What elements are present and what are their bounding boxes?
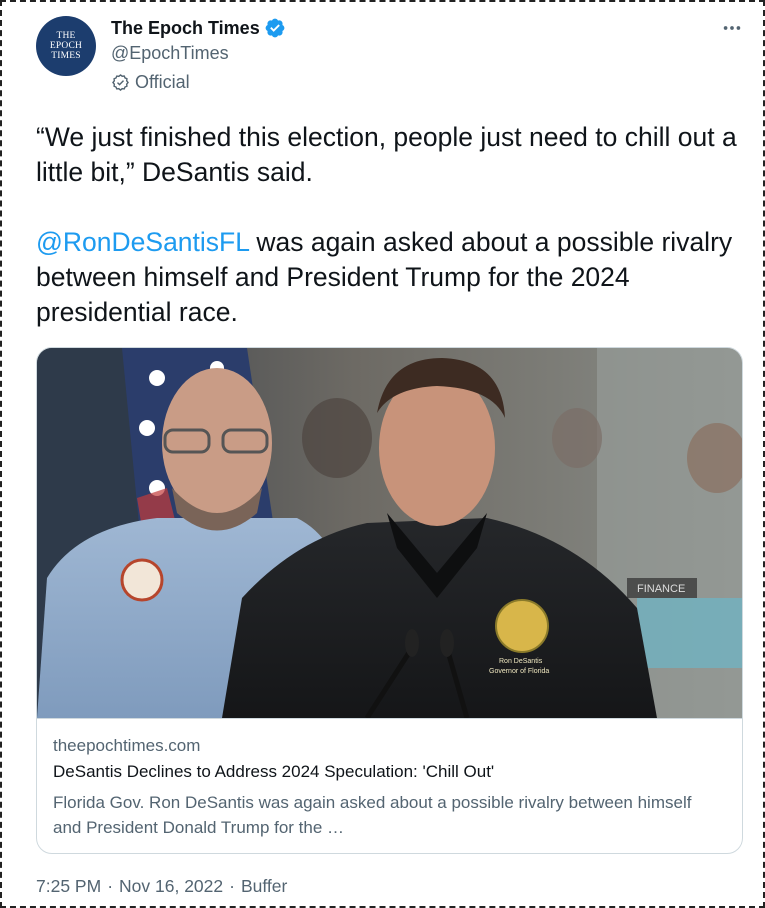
tweet-paragraph-1: “We just finished this election, people … [36, 122, 737, 187]
author-name-row: The Epoch Times [111, 17, 286, 39]
verified-badge-icon [265, 18, 285, 38]
author-handle[interactable]: @EpochTimes [111, 43, 229, 64]
official-label-icon [112, 74, 129, 91]
tweet-container: THE EPOCH TIMES The Epoch Times @EpochTi… [0, 0, 765, 908]
seal-text-1: Ron DeSantis [499, 658, 543, 665]
tweet-text: “We just finished this election, people … [36, 120, 748, 330]
separator: · [229, 876, 235, 896]
card-description: Florida Gov. Ron DeSantis was again aske… [53, 793, 692, 837]
card-domain: theepochtimes.com [53, 736, 201, 755]
mention-link[interactable]: @RonDeSantisFL [36, 227, 249, 257]
avatar-text-line-2: EPOCH [49, 41, 83, 51]
card-title[interactable]: DeSantis Declines to Address 2024 Specul… [53, 762, 494, 782]
card-divider [37, 718, 742, 719]
finance-sign-text: FINANCE [637, 583, 685, 595]
link-card[interactable]: FINANCE Ron DeSantis Governor of Florida… [36, 347, 743, 854]
tweet-paragraph-2: @RonDeSantisFL was again asked about a p… [36, 225, 748, 330]
tweet-date[interactable]: Nov 16, 2022 [119, 876, 223, 896]
avatar[interactable]: THE EPOCH TIMES [36, 16, 96, 76]
more-horizontal-icon [723, 26, 741, 30]
seal-text-2: Governor of Florida [489, 668, 549, 675]
author-display-name[interactable]: The Epoch Times [111, 18, 260, 39]
avatar-text-line-1: THE [56, 31, 76, 41]
tweet-source: Buffer [240, 876, 288, 896]
more-options-button[interactable] [720, 16, 744, 40]
avatar-text-line-3: TIMES [51, 51, 81, 61]
tweet-timestamp-row: 7:25 PM · Nov 16, 2022 · Buffer [36, 876, 287, 897]
separator: · [107, 876, 114, 896]
official-label: Official [111, 72, 190, 93]
official-label-text: Official [135, 72, 190, 92]
card-image: FINANCE Ron DeSantis Governor of Florida [37, 348, 742, 718]
tweet-time[interactable]: 7:25 PM [36, 876, 101, 896]
news-photo: FINANCE Ron DeSantis Governor of Florida [37, 348, 742, 718]
